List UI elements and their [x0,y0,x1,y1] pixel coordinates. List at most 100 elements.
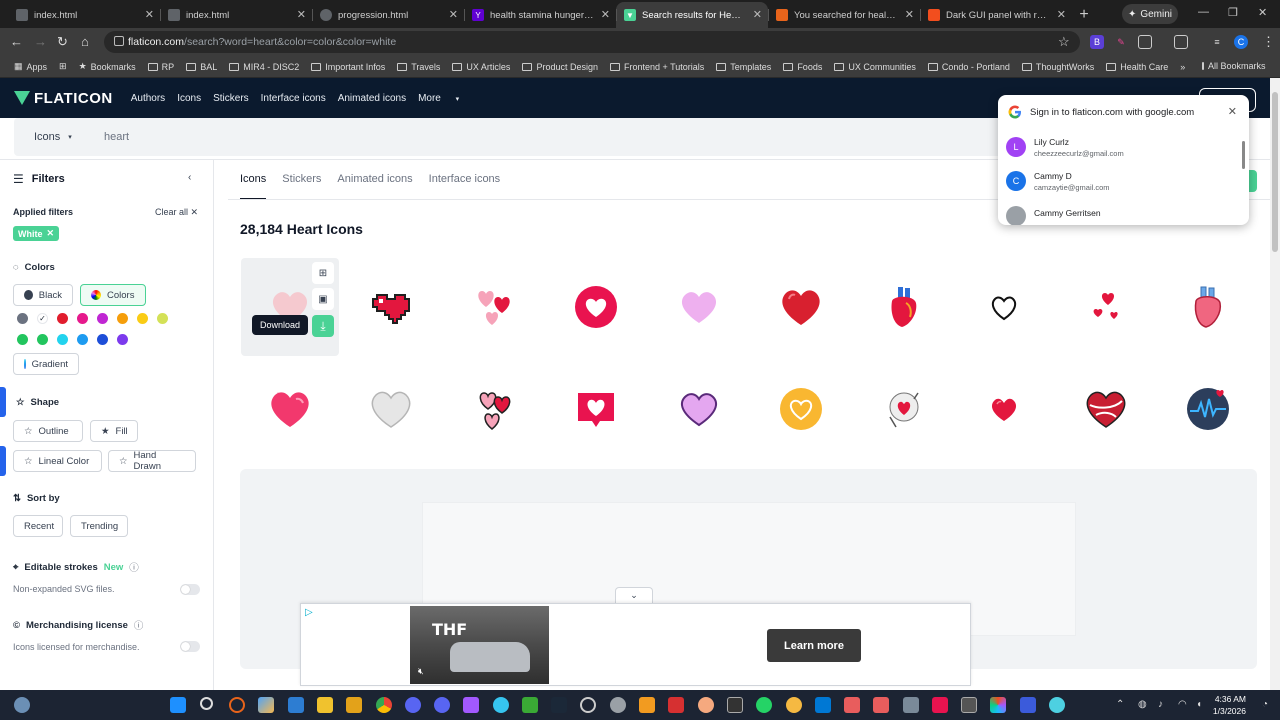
google-account-item[interactable]: L Lily Curlz cheezzeecurlz@gmail.com [998,130,1238,164]
all-bookmarks[interactable]: All Bookmarks [1196,61,1270,71]
download-icon[interactable]: ⤓ [312,315,334,337]
app-icon[interactable] [229,697,245,713]
adchoices-icon[interactable]: ▷ [305,607,313,618]
app-icon[interactable] [698,697,714,713]
slack-icon[interactable] [493,697,509,713]
app-icon[interactable] [346,697,362,713]
flaticon-logo[interactable]: FLATICON [14,90,113,107]
tray-chevron-icon[interactable]: ⌃ [1116,699,1124,710]
bookmark-folder[interactable]: Condo - Portland [922,62,1016,72]
app-icon[interactable] [844,697,860,713]
weather-icon[interactable] [14,697,30,713]
swatch-gray[interactable] [17,313,28,324]
bookmark-folder[interactable]: MIR4 - DISC2 [223,62,305,72]
mute-icon[interactable]: 🔇︎ [418,666,424,677]
ad-banner[interactable]: ▷ [300,603,971,686]
swatch-magenta[interactable] [97,313,108,324]
browser-tab[interactable]: index.html ✕ [8,2,160,28]
file-explorer-icon[interactable] [317,697,333,713]
close-icon[interactable]: ✕ [1228,105,1237,118]
nav-stickers[interactable]: Stickers [213,93,249,104]
profile-avatar[interactable]: C [1234,35,1248,49]
icon-result-small-hearts[interactable] [1057,258,1155,356]
icon-result-heart-bubble[interactable] [547,360,645,458]
icon-result-anatomical-heart-2[interactable] [1159,258,1257,356]
browser-tab[interactable]: progression.html ✕ [312,2,464,28]
app-icon[interactable] [903,697,919,713]
icon-result-heart-circle[interactable] [547,258,645,356]
bookmark-star-icon[interactable]: ☆ [1058,34,1070,50]
close-icon[interactable]: ✕ [905,8,914,21]
colors-option[interactable]: Colors [80,284,146,306]
icon-result-pixel-heart[interactable] [342,258,440,356]
wifi-icon[interactable]: ◠ [1178,699,1187,710]
info-icon[interactable]: ⓘ [134,618,144,632]
home-icon[interactable]: ⌂ [81,34,89,50]
bookmarks-overflow[interactable]: » [1174,62,1191,72]
whatsapp-icon[interactable] [756,697,772,713]
fill-option[interactable]: ★ Fill [90,420,138,442]
app-icon[interactable] [1020,697,1036,713]
icon-result-outline-heart[interactable] [955,258,1053,356]
vscode-icon[interactable] [815,697,831,713]
new-tab-button[interactable]: + [1072,2,1096,28]
icon-result-red-heart[interactable] [752,258,850,356]
site-info-icon[interactable] [114,36,124,46]
remove-icon[interactable]: ✕ [47,228,55,239]
icon-result-heart-ball[interactable] [1057,360,1155,458]
swatch-purple[interactable] [117,334,128,345]
editable-strokes-toggle[interactable] [180,584,200,595]
app-icon[interactable] [990,697,1006,713]
sort-recent[interactable]: Recent [13,515,63,537]
close-icon[interactable]: ✕ [1057,8,1066,21]
discord-icon[interactable] [434,697,450,713]
nav-authors[interactable]: Authors [131,93,165,104]
browser-tab[interactable]: Yhealth stamina hunger thirst ✕ [464,2,616,28]
media-icon[interactable] [1174,35,1188,49]
browser-tab[interactable]: You searched for health - Cra ✕ [768,2,920,28]
extensions-puzzle-icon[interactable] [1138,35,1152,49]
app-icon[interactable] [610,697,626,713]
clear-all-button[interactable]: Clear all ✕ [155,207,198,218]
icon-result-multi-hearts[interactable] [445,258,543,356]
minimize-icon[interactable]: — [1198,6,1209,18]
bookmark-bookmarks[interactable]: ★ Bookmarks [73,61,142,72]
sort-trending[interactable]: Trending [70,515,128,537]
bookmark-item[interactable]: ⊞ [53,61,73,72]
app-icon[interactable] [639,697,655,713]
search-icon[interactable] [200,697,213,710]
swatch-white-check-icon[interactable]: ✓ [37,313,48,324]
scrollbar-thumb[interactable] [1272,92,1278,252]
gemini-button[interactable]: ✦ Gemini [1122,4,1178,24]
bookmark-folder[interactable]: Health Care [1100,62,1174,72]
page-scrollbar[interactable] [1270,78,1280,690]
lineal-color-option[interactable]: ☆ Lineal Color [13,450,102,472]
terminal-icon[interactable] [961,697,977,713]
side-panel-handle[interactable] [0,446,6,476]
swatch-orange[interactable] [117,313,128,324]
applied-filter-chip[interactable]: White ✕ [13,226,60,241]
gradient-option[interactable]: Gradient [13,353,79,375]
google-account-item[interactable]: C Cammy Dcamzaytie@gmail.com [998,164,1238,198]
merch-license-toggle[interactable] [180,641,200,652]
google-account-item[interactable]: Cammy Gerritsen [998,198,1238,225]
nav-animated-icons[interactable]: Animated icons [338,93,406,104]
bookmark-folder[interactable]: ThoughtWorks [1016,62,1100,72]
icon-result-lilac-heart[interactable] [650,258,748,356]
reload-icon[interactable]: ↻ [57,34,68,50]
side-panel-handle[interactable] [0,387,6,417]
swatch-green[interactable] [17,334,28,345]
app-icon[interactable] [873,697,889,713]
search-type-select[interactable]: Icons ▾ [34,131,104,143]
discord-icon[interactable] [405,697,421,713]
hand-drawn-option[interactable]: ☆ Hand Drawn [108,450,196,472]
swatch-yellow[interactable] [137,313,148,324]
bookmark-folder[interactable]: Foods [777,62,828,72]
icon-result-purple-heart[interactable] [650,360,748,458]
browser-tab[interactable]: Dark GUI panel with red HEA ✕ [920,2,1072,28]
bookmark-folder[interactable]: Product Design [516,62,604,72]
swatch-blue[interactable] [97,334,108,345]
icon-result-heart-pulse-circle[interactable] [1159,360,1257,458]
icon-result-small-red-heart[interactable] [955,360,1053,458]
menu-dots-icon[interactable]: ⋮ [1262,34,1275,50]
